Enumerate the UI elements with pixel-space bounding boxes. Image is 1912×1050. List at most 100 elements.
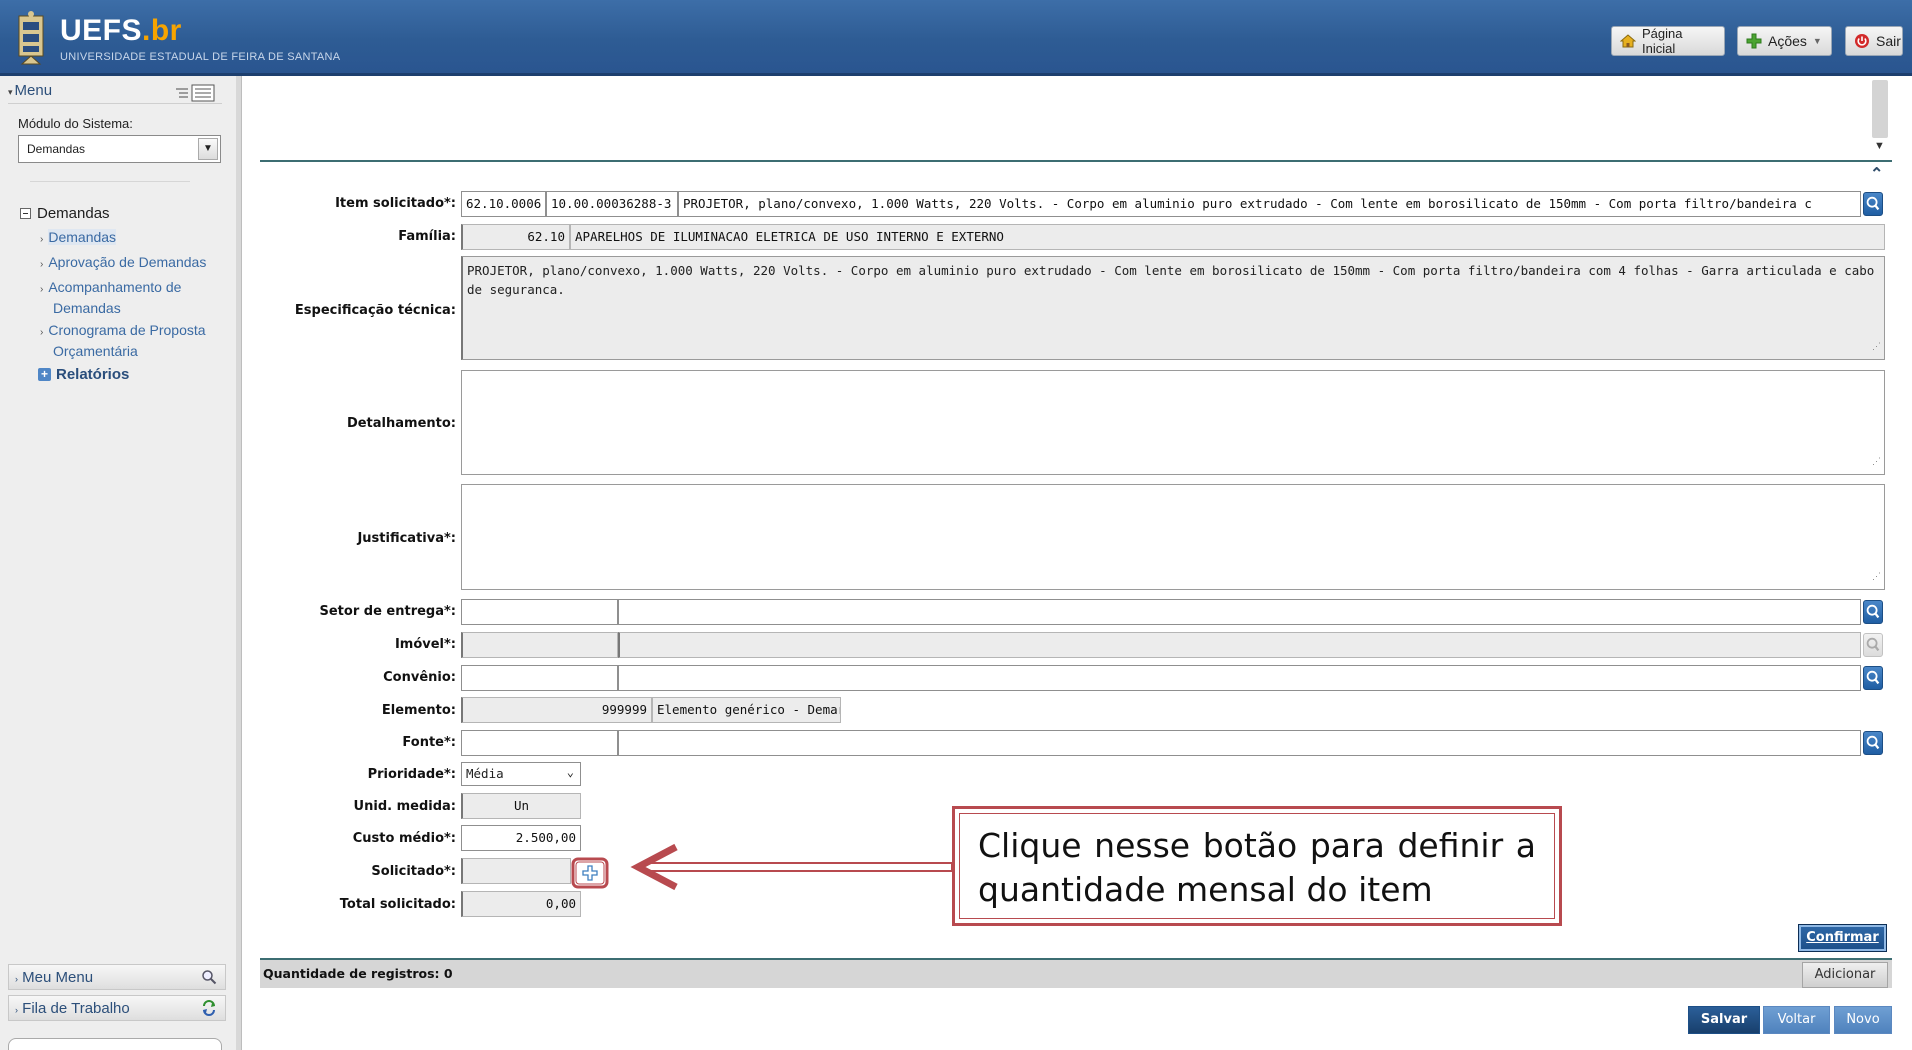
requested-label: Solicitado*:	[371, 864, 456, 879]
detail-field[interactable]: ⋰	[461, 370, 1885, 475]
element-code-field: 999999	[461, 697, 652, 723]
source-code-field[interactable]	[461, 730, 618, 756]
spec-field: PROJETOR, plano/convexo, 1.000 Watts, 22…	[461, 256, 1885, 360]
arrow-icon: ›	[40, 327, 44, 338]
records-bar: Quantidade de registros: 0 Adicionar	[260, 958, 1892, 988]
property-code-field	[461, 632, 618, 658]
delivery-desc-field[interactable]	[618, 599, 1861, 625]
chevron-down-icon: ▼	[198, 138, 218, 160]
top-content-area	[260, 76, 1892, 160]
exit-button[interactable]: Sair	[1845, 26, 1903, 56]
resize-grip-icon[interactable]: ⋰	[1872, 453, 1881, 472]
spec-label: Especificação técnica:	[294, 303, 456, 318]
app-header: UEFS.br UNIVERSIDADE ESTADUAL DE FEIRA D…	[0, 0, 1912, 76]
item-ref-field[interactable]: 10.00.00036288-3	[546, 191, 678, 217]
chevron-down-icon: ▼	[1812, 36, 1822, 46]
sidebar-item-relatorios[interactable]: + Relatórios	[38, 366, 129, 383]
actions-button[interactable]: Ações ▼	[1737, 26, 1832, 56]
source-search-icon[interactable]	[1863, 731, 1883, 755]
confirm-button[interactable]: Confirmar	[1798, 924, 1887, 952]
unit-field: Un	[461, 793, 581, 819]
resize-grip-icon[interactable]: ⋰	[1872, 568, 1881, 587]
chevron-down-icon[interactable]: ▼	[1874, 140, 1885, 152]
collapse-triangle-icon: ▾	[8, 87, 13, 97]
menu-list-icon[interactable]	[174, 84, 216, 102]
detail-label: Detalhamento:	[346, 416, 456, 431]
priority-select[interactable]: Média ⌄	[461, 762, 581, 786]
justification-field[interactable]: ⋰	[461, 484, 1885, 590]
item-search-icon[interactable]	[1863, 192, 1883, 216]
module-select[interactable]: Demandas ▼	[18, 135, 221, 163]
sidebar-search-input[interactable]	[8, 1038, 222, 1050]
total-field: 0,00	[461, 891, 581, 917]
source-label: Fonte*:	[402, 735, 456, 750]
search-icon[interactable]	[201, 969, 217, 985]
sidebar-item-aprovacao[interactable]: › Aprovação de Demandas	[40, 253, 220, 274]
power-icon	[1855, 34, 1869, 48]
work-queue-panel[interactable]: › Fila de Trabalho	[8, 995, 226, 1021]
agreement-search-icon[interactable]	[1863, 666, 1883, 690]
expand-plus-icon: +	[38, 368, 51, 381]
logo-subtitle: UNIVERSIDADE ESTADUAL DE FEIRA DE SANTAN…	[60, 51, 341, 63]
nav-group-demandas[interactable]: Demandas	[20, 205, 110, 222]
cost-label: Custo médio*:	[352, 831, 456, 846]
property-search-icon	[1863, 633, 1883, 657]
element-desc-field: Elemento genérico - Demar	[652, 697, 841, 723]
logo-title[interactable]: UEFS.br	[60, 14, 182, 48]
source-desc-field[interactable]	[618, 730, 1861, 756]
plus-icon	[1746, 33, 1762, 49]
chevron-down-icon: ⌄	[566, 765, 574, 779]
back-button[interactable]: Voltar	[1763, 1006, 1830, 1034]
delivery-search-icon[interactable]	[1863, 600, 1883, 624]
item-label: Item solicitado*:	[335, 196, 456, 211]
callout-arrow-icon	[630, 843, 953, 891]
collapse-box-icon	[20, 208, 31, 219]
arrow-icon: ›	[40, 284, 44, 295]
agreement-desc-field[interactable]	[618, 665, 1861, 691]
property-label: Imóvel*:	[394, 637, 456, 652]
agreement-code-field[interactable]	[461, 665, 618, 691]
save-button[interactable]: Salvar	[1688, 1006, 1760, 1034]
add-quantity-button[interactable]	[571, 857, 609, 889]
home-icon	[1620, 34, 1636, 48]
unit-label: Unid. medida:	[353, 799, 456, 814]
resize-grip-icon[interactable]: ⋰	[1872, 338, 1881, 357]
sidebar-item-cronograma[interactable]: › Cronograma de Proposta Orçamentária	[40, 321, 220, 360]
records-count: Quantidade de registros: 0	[263, 966, 453, 981]
module-label: Módulo do Sistema:	[18, 116, 133, 131]
agreement-label: Convênio:	[383, 670, 456, 685]
collapse-up-icon[interactable]: ⌃	[1870, 164, 1883, 184]
item-desc-field[interactable]: PROJETOR, plano/convexo, 1.000 Watts, 22…	[678, 191, 1861, 217]
sidebar-item-acompanhamento[interactable]: › Acompanhamento de Demandas	[40, 278, 220, 317]
new-button[interactable]: Novo	[1834, 1006, 1892, 1034]
home-button[interactable]: Página Inicial	[1611, 26, 1725, 56]
sidebar-resize-handle[interactable]	[236, 76, 242, 1050]
scrollbar-thumb[interactable]	[1872, 80, 1888, 138]
callout-text: Clique nesse botão para definir a quanti…	[959, 813, 1555, 919]
arrow-icon: ›	[40, 259, 44, 270]
arrow-icon: ›	[40, 234, 44, 245]
top-scrollbar[interactable]: ▼	[1870, 78, 1890, 158]
section-divider	[260, 160, 1892, 162]
sidebar: ▾ Menu Módulo do Sistema: Demandas ▼ Dema…	[0, 76, 238, 1050]
divider	[30, 181, 190, 182]
requested-field	[461, 858, 571, 884]
family-label: Família:	[398, 229, 456, 244]
delivery-code-field[interactable]	[461, 599, 618, 625]
priority-label: Prioridade*:	[367, 767, 456, 782]
family-desc-field: APARELHOS DE ILUMINACAO ELETRICA DE USO …	[570, 224, 1885, 250]
my-menu-panel[interactable]: › Meu Menu	[8, 964, 226, 990]
item-code-field[interactable]: 62.10.0006	[461, 191, 546, 217]
sidebar-item-demandas[interactable]: › Demandas	[40, 228, 220, 249]
family-code-field: 62.10	[461, 224, 570, 250]
add-button[interactable]: Adicionar	[1802, 962, 1888, 988]
element-label: Elemento:	[381, 703, 456, 718]
total-label: Total solicitado:	[339, 897, 456, 912]
instruction-callout: Clique nesse botão para definir a quanti…	[952, 806, 1562, 926]
property-desc-field	[618, 632, 1861, 658]
menu-header[interactable]: ▾ Menu	[8, 82, 222, 104]
cost-field[interactable]: 2.500,00	[461, 825, 581, 851]
refresh-icon[interactable]	[201, 1000, 217, 1016]
justification-label: Justificativa*:	[357, 531, 456, 546]
delivery-label: Setor de entrega*:	[319, 604, 457, 619]
